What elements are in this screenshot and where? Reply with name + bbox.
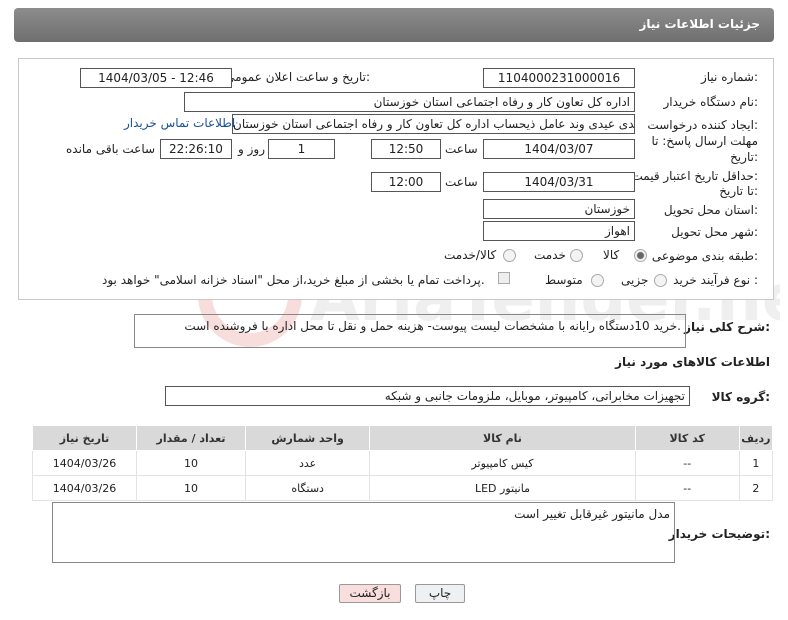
city-label: شهر محل تحویل: <box>671 225 758 239</box>
back-button[interactable]: بازگشت <box>339 584 401 603</box>
page-header: جزئیات اطلاعات نیاز <box>14 8 774 42</box>
col-date: تاریخ نیاز <box>31 425 138 451</box>
table-header-row: ردیف کد کالا نام کالا واحد شمارش تعداد /… <box>31 425 774 451</box>
remaining-time-field: 22:26:10 <box>160 139 232 159</box>
need-number-field: 1104000231000016 <box>483 68 635 88</box>
category-both-label: کالا/خدمت <box>444 248 497 262</box>
process-label: نوع فرآیند خرید : <box>673 273 758 287</box>
col-index: ردیف <box>738 425 774 451</box>
treasury-payment-note: پرداخت تمام یا بخشی از مبلغ خرید،از محل … <box>102 273 485 287</box>
cell-code: -- <box>634 450 740 476</box>
deadline-label-1: مهلت ارسال پاسخ: تا <box>651 134 758 148</box>
col-qty: تعداد / مقدار <box>136 425 247 451</box>
description-textarea[interactable]: خرید 10دستگاه رایانه با مشخصات لیست پیوس… <box>134 314 686 348</box>
days-label: روز و <box>238 142 265 156</box>
goods-group-label: گروه کالا: <box>711 390 770 404</box>
creator-field: علی اسدی عیدی وند عامل ذیحساب اداره کل ت… <box>232 114 635 134</box>
deadline-date-field: 1404/03/07 <box>483 139 635 159</box>
goods-section-title: اطلاعات کالاهای مورد نیاز <box>615 355 770 369</box>
process-medium-label: متوسط <box>545 273 583 287</box>
validity-time-label: ساعت <box>445 175 478 189</box>
category-service-radio[interactable] <box>570 249 583 262</box>
cell-unit: عدد <box>245 450 371 476</box>
deadline-label-2: تاریخ: <box>730 150 758 164</box>
goods-group-field: تجهیزات مخابراتی، کامپیوتر، موبایل، ملزو… <box>165 386 690 406</box>
announce-field: 1404/03/05 - 12:46 <box>80 68 232 88</box>
table-row: 1 -- کیس کامپیوتر عدد 10 1404/03/26 <box>31 450 774 476</box>
deadline-time-label: ساعت <box>445 142 478 156</box>
buyer-notes-textarea[interactable]: مدل مانیتور غیرقابل تغییر است <box>52 502 675 563</box>
col-unit: واحد شمارش <box>245 425 371 451</box>
validity-label-2: تا تاریخ: <box>719 184 758 198</box>
col-code: کد کالا <box>634 425 740 451</box>
cell-index: 1 <box>738 450 774 476</box>
table-row: 2 -- مانیتور LED دستگاه 10 1404/03/26 <box>31 475 774 501</box>
cell-name: کیس کامپیوتر <box>369 450 636 476</box>
cell-index: 2 <box>738 475 774 501</box>
buyer-notes-text: مدل مانیتور غیرقابل تغییر است <box>514 507 670 521</box>
description-label: شرح کلی نیاز: <box>684 320 770 334</box>
province-label: استان محل تحویل: <box>663 203 758 217</box>
process-minor-label: جزیی <box>621 273 649 287</box>
province-field: خوزستان <box>483 199 635 219</box>
validity-time-field: 12:00 <box>371 172 441 192</box>
announce-label: تاریخ و ساعت اعلان عمومی: <box>225 70 370 84</box>
category-both-radio[interactable] <box>503 249 516 262</box>
page-title: جزئیات اطلاعات نیاز <box>639 17 760 31</box>
creator-label: ایجاد کننده درخواست: <box>647 118 758 132</box>
buyer-notes-label: توضیحات خریدار: <box>668 527 770 541</box>
cell-unit: دستگاه <box>245 475 371 501</box>
category-goods-radio[interactable] <box>634 249 647 262</box>
city-field: اهواز <box>483 221 635 241</box>
cell-qty: 10 <box>136 475 247 501</box>
days-field: 1 <box>268 139 335 159</box>
cell-name: مانیتور LED <box>369 475 636 501</box>
goods-table: ردیف کد کالا نام کالا واحد شمارش تعداد /… <box>31 425 774 501</box>
remaining-label: ساعت باقی مانده <box>66 142 156 156</box>
print-button[interactable]: چاپ <box>415 584 465 603</box>
cell-date: 1404/03/26 <box>31 475 138 501</box>
col-name: نام کالا <box>369 425 636 451</box>
treasury-payment-checkbox[interactable] <box>498 272 510 284</box>
cell-code: -- <box>634 475 740 501</box>
buyer-org-field: اداره کل تعاون کار و رفاه اجتماعی استان … <box>184 92 635 112</box>
deadline-time-field: 12:50 <box>371 139 441 159</box>
description-text: خرید 10دستگاه رایانه با مشخصات لیست پیوس… <box>184 319 681 333</box>
validity-date-field: 1404/03/31 <box>483 172 635 192</box>
category-label: طبقه بندی موضوعی: <box>651 249 758 263</box>
buyer-contact-link[interactable]: اطلاعات تماس خریدار <box>124 116 235 130</box>
cell-date: 1404/03/26 <box>31 450 138 476</box>
buyer-org-label: نام دستگاه خریدار: <box>663 95 759 109</box>
cell-qty: 10 <box>136 450 247 476</box>
need-number-label: شماره نیاز: <box>700 70 758 84</box>
process-minor-radio[interactable] <box>654 274 667 287</box>
validity-label-1: حداقل تاریخ اعتبار قیمت: <box>631 169 758 183</box>
category-service-label: خدمت <box>534 248 566 262</box>
category-goods-label: کالا <box>603 248 620 262</box>
process-medium-radio[interactable] <box>591 274 604 287</box>
